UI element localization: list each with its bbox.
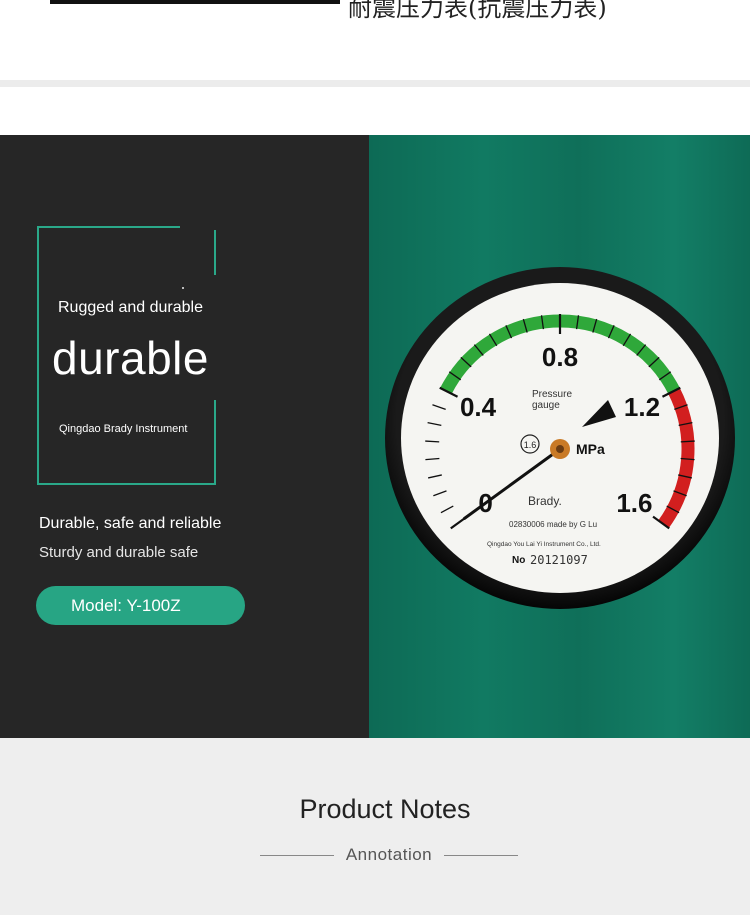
gauge-company-line: Qingdao You Lai Yi Instrument Co., Ltd. xyxy=(487,541,601,548)
gauge-type-line-1: Pressure xyxy=(532,389,572,400)
gauge-accuracy-class: 1.6 xyxy=(524,440,537,450)
notes-subtitle: Annotation xyxy=(345,845,433,864)
gauge-type-line-2: gauge xyxy=(532,400,560,411)
gauge-unit: MPa xyxy=(576,441,605,457)
subtitle-rule-left xyxy=(259,854,334,856)
minor-tick xyxy=(425,440,440,443)
notes-subtitle-row: Annotation xyxy=(0,845,750,865)
banner-chinese-title: 耐震压力表(抗震压力表) xyxy=(348,0,607,22)
scale-label: 1.6 xyxy=(616,488,652,518)
scale-label: 0.8 xyxy=(542,342,578,372)
hero-headline: durable xyxy=(52,332,209,384)
gauge-cert-line: 02830006 made by G Lu xyxy=(509,520,597,529)
scale-label: 1.2 xyxy=(624,392,660,422)
banner-divider xyxy=(50,0,340,4)
notes-title: Product Notes xyxy=(299,794,471,824)
scale-label: 0.4 xyxy=(460,392,497,422)
feature-secondary: Sturdy and durable safe xyxy=(39,544,199,561)
section-spacer xyxy=(0,87,750,135)
pressure-gauge-image: 00.40.81.21.6 Pressure gauge 1.6 MPa Bra… xyxy=(385,267,735,609)
hero-text-panel: Rugged and durable durable Qingdao Brady… xyxy=(0,135,369,738)
section-gap xyxy=(0,80,750,87)
product-notes-section: Product Notes Annotation xyxy=(0,738,750,915)
hero-tagline: Rugged and durable xyxy=(58,299,204,316)
gauge-brand: Brady. xyxy=(528,494,562,508)
hero-image-panel: 00.40.81.21.6 Pressure gauge 1.6 MPa Bra… xyxy=(369,135,750,738)
model-badge: Model: Y-100Z xyxy=(36,586,245,625)
feature-primary: Durable, safe and reliable xyxy=(39,515,222,532)
top-banner: 耐震压力表(抗震压力表) xyxy=(0,0,750,80)
gauge-serial-prefix: No xyxy=(512,555,525,566)
product-hero: Rugged and durable durable Qingdao Brady… xyxy=(0,135,750,738)
minor-tick xyxy=(680,440,695,443)
hero-maker: Qingdao Brady Instrument xyxy=(59,423,188,435)
gauge-serial-number: 20121097 xyxy=(530,553,588,567)
subtitle-rule-right xyxy=(444,854,519,856)
